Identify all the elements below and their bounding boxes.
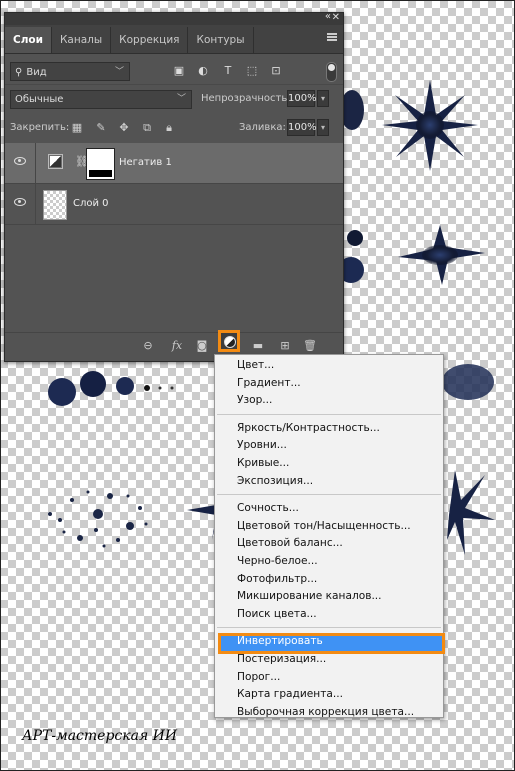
eye-icon [14,157,26,165]
fill-label: Заливка: [239,122,286,133]
panel-tabs: Слои Каналы Коррекция Контуры [5,25,343,54]
pixel-filter-icon[interactable]: ▣ [172,64,186,78]
menu-item[interactable]: Градиент... [237,377,301,389]
layer-row-negative[interactable]: ⛓︎ Негатив 1 [5,143,343,184]
menu-item[interactable]: Уровни... [237,439,287,451]
menu-item[interactable]: Порог... [237,671,280,683]
tab-paths[interactable]: Контуры [188,27,254,53]
lock-all-icon[interactable]: 🔒︎ [163,121,175,135]
watermark: АРТ-мастерская ИИ [22,728,178,744]
filter-row: ⚲ Вид ﹀ ▣ ◐ T ⬚ ⊡ [5,54,343,84]
menu-item[interactable]: Цвет... [237,359,274,371]
opacity-input[interactable]: 100% [287,90,317,107]
menu-separator [217,494,441,496]
lock-artboard-icon[interactable]: ⧉ [141,121,153,135]
layer-name[interactable]: Негатив 1 [119,157,172,168]
opacity-dropdown-icon[interactable]: ▾ [317,90,329,107]
link-layers-icon[interactable]: ⊖ [141,339,155,353]
menu-item[interactable]: Постеризация... [237,653,326,665]
add-mask-icon[interactable]: ◙ [195,339,209,353]
lock-transparent-icon[interactable]: ▦ [71,121,83,134]
smartobject-filter-icon[interactable]: ⊡ [269,64,283,78]
menu-item[interactable]: Фотофильтр... [237,573,317,585]
adjustment-layer-icon [48,154,63,169]
type-filter-icon[interactable]: T [221,64,235,78]
fill-input[interactable]: 100% [287,119,317,136]
menu-item[interactable]: Поиск цвета... [237,608,317,620]
collapse-icon[interactable]: « [325,11,331,22]
layer-thumbnail [43,190,67,220]
adjustment-icon [224,336,236,348]
blend-mode-value: Обычные [15,94,64,105]
close-icon[interactable]: ✕ [332,12,340,23]
menu-item[interactable]: Кривые... [237,457,289,469]
tab-channels[interactable]: Каналы [52,27,112,53]
menu-item[interactable]: Сочность... [237,502,299,514]
star-brush-2 [398,225,485,285]
new-group-icon[interactable]: ▬ [251,339,265,353]
menu-item[interactable]: Яркость/Контрастность... [237,422,380,434]
layer-name[interactable]: Слой 0 [73,198,109,209]
menu-item[interactable]: Цветовой тон/Насыщенность... [237,520,411,532]
lock-paint-icon[interactable]: ✎ [95,121,107,134]
lock-label: Закрепить: [10,122,70,133]
blend-row: Обычные ﹀ Непрозрачность: 100% ▾ [5,84,343,113]
menu-item[interactable]: Черно-белое... [237,555,318,567]
layers-panel: « ✕ Слои Каналы Коррекция Контуры ⚲ Вид ﹀… [4,11,344,362]
layer-row-layer0[interactable]: Слой 0 [5,184,343,225]
filter-toggle[interactable] [326,62,337,82]
shape-filter-icon[interactable]: ⬚ [245,64,259,78]
panel-menu-icon[interactable] [327,33,337,41]
menu-item[interactable]: Инвертировать [237,635,323,647]
chevron-down-icon: ﹀ [114,67,124,77]
menu-item[interactable]: Цветовой баланс... [237,537,343,549]
menu-item[interactable]: Микширование каналов... [237,590,382,602]
layer-mask-thumbnail[interactable] [87,149,114,179]
delete-layer-icon[interactable]: 🗑︎ [303,339,317,353]
menu-item[interactable]: Узор... [237,394,272,406]
menu-item[interactable]: Выборочная коррекция цвета... [237,706,414,718]
lock-row: Закрепить: ▦ ✎ ✥ ⧉ 🔒︎ Заливка: 100% ▾ [5,113,343,143]
lock-position-icon[interactable]: ✥ [118,121,130,134]
visibility-toggle[interactable] [5,184,36,224]
layers-list: ⛓︎ Негатив 1 Слой 0 [5,143,343,305]
dots-brush [48,490,148,548]
fill-dropdown-icon[interactable]: ▾ [317,119,329,136]
new-layer-icon[interactable]: ⊞ [278,339,292,353]
visibility-toggle[interactable] [5,143,36,183]
tab-adjustments[interactable]: Коррекция [111,27,189,53]
filter-label: Вид [26,67,47,78]
star-brush-1 [382,80,478,171]
menu-item[interactable]: Экспозиция... [237,475,313,487]
search-icon: ⚲ [15,67,23,78]
blend-mode-select[interactable]: Обычные ﹀ [10,90,192,109]
panel-titlebar: « ✕ [5,11,343,25]
menu-separator [217,413,441,415]
adjustment-layer-button[interactable] [218,330,240,352]
menu-separator [217,627,441,629]
adjustment-filter-icon[interactable]: ◐ [196,64,210,78]
eye-icon [14,198,26,206]
menu-item[interactable]: Карта градиента... [237,688,343,700]
layer-filter-select[interactable]: ⚲ Вид ﹀ [10,62,130,81]
chevron-down-icon: ﹀ [176,94,186,104]
adjustment-menu: Цвет... Градиент... Узор... Яркость/Контрас… [214,354,445,718]
tab-layers[interactable]: Слои [5,27,52,53]
opacity-label: Непрозрачность: [201,93,291,104]
fx-icon[interactable]: fx [170,339,184,353]
